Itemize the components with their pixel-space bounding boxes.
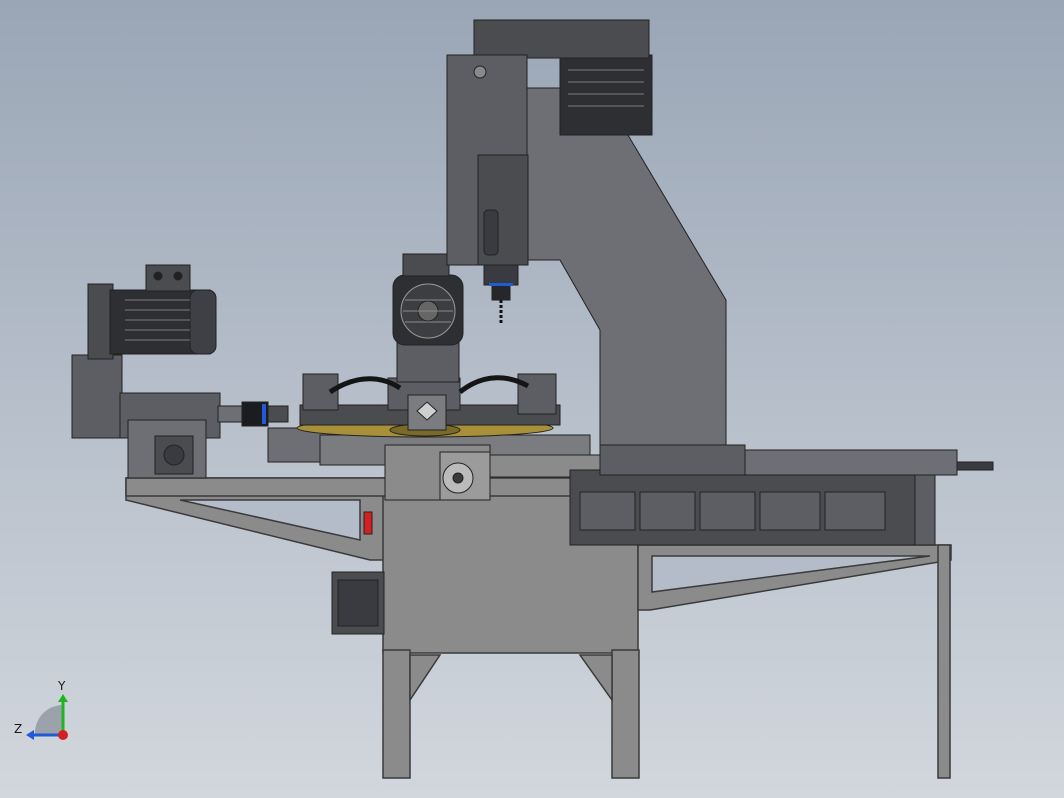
view-orientation-triad-icon[interactable]: Y Z <box>14 679 68 740</box>
right-support-leg <box>937 544 951 779</box>
spindle-tool-holder <box>491 283 511 301</box>
drive-motor-terminal-box <box>145 264 191 292</box>
triad-arc <box>34 704 63 735</box>
drive-motor-endcap <box>189 289 217 355</box>
indexer-hub <box>452 472 464 484</box>
terminal-bolt-icon <box>173 271 183 281</box>
fixture-clamp-right <box>517 373 557 415</box>
center-motor-top <box>402 253 450 277</box>
gearbox-cover <box>87 283 114 360</box>
bed-end-cap <box>914 474 936 546</box>
bed-ribs <box>579 491 886 531</box>
y-axis-arrowhead <box>58 694 68 702</box>
triad-z-label: Z <box>14 722 22 736</box>
table-end-rod <box>956 461 994 471</box>
column-base-plate <box>599 444 746 476</box>
stand-left-leg <box>382 649 411 779</box>
gearbox-housing <box>71 354 123 439</box>
x-axis-origin-icon <box>58 730 68 740</box>
spindle-nose <box>483 264 519 286</box>
belt-cover <box>473 19 650 59</box>
upper-deck <box>125 477 572 497</box>
shaft-coupling <box>217 405 243 423</box>
red-indicator-icon <box>363 511 373 535</box>
triad-y-label: Y <box>57 679 66 693</box>
spindle-adjust-knob-icon <box>473 65 487 79</box>
left-drive-assembly <box>71 264 289 479</box>
z-axis-arrowhead <box>26 730 34 740</box>
coupling-collar <box>267 405 289 423</box>
spindle-slot <box>483 209 499 256</box>
center-motor-column <box>396 339 460 383</box>
coupling-blue-band <box>262 404 266 424</box>
cad-graphics-viewport[interactable]: Y Z <box>0 0 1064 798</box>
reducer-shaft-icon <box>163 444 185 466</box>
spindle-blue-ring <box>489 283 513 286</box>
terminal-bolt-icon <box>153 271 163 281</box>
stand-right-brace <box>578 654 613 703</box>
electrical-box-face <box>337 579 379 627</box>
stand-left-brace <box>409 654 442 703</box>
stand-right-leg <box>611 649 640 779</box>
